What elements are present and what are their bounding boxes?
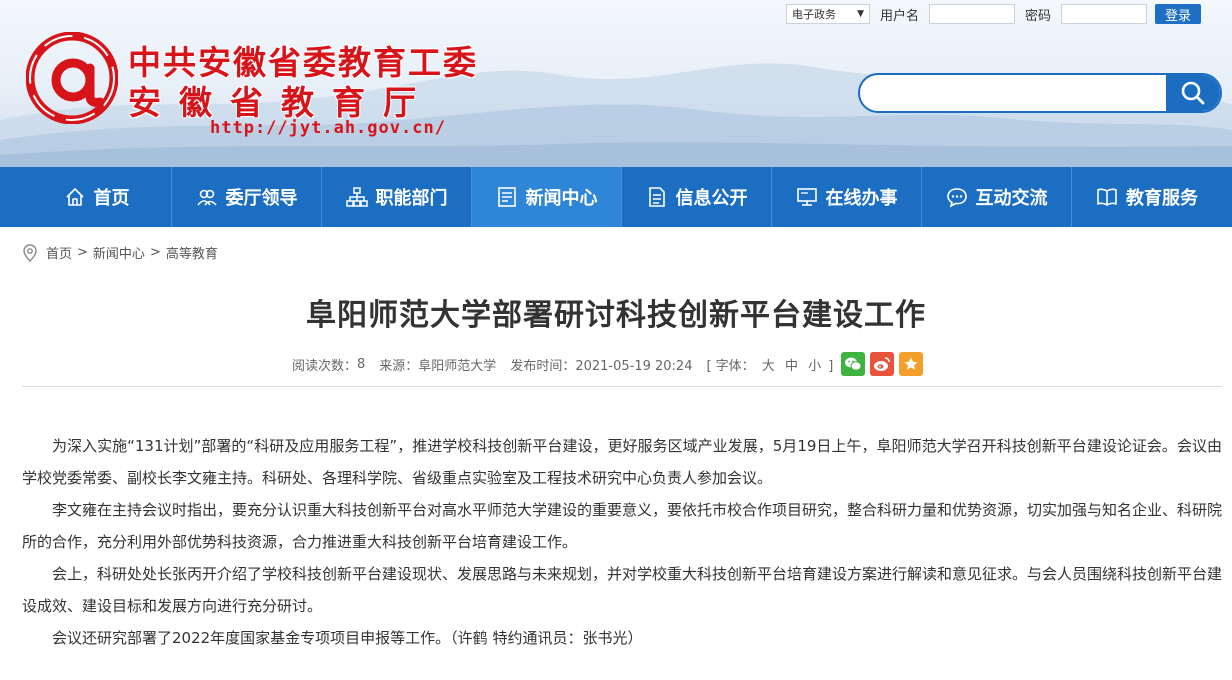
search-input[interactable] [860, 75, 1166, 111]
font-size-medium[interactable]: 中 [785, 359, 798, 374]
nav-label: 职能部门 [375, 188, 448, 209]
login-button[interactable]: 登录 [1155, 4, 1202, 24]
nav-label: 委厅领导 [225, 188, 298, 209]
nav-item-interaction[interactable]: 互动交流 [922, 167, 1072, 227]
font-size-large[interactable]: 大 [762, 359, 775, 374]
font-size-open: [ 字体： [706, 358, 755, 374]
article-meta: 阅读次数： 8 来源：阜阳师范大学 发布时间：2021-05-19 20:24 … [292, 351, 924, 377]
nav-label: 教育服务 [1126, 188, 1198, 209]
nav-item-home[interactable]: 首页 [22, 167, 172, 227]
leaders-icon [196, 189, 217, 206]
nav-item-edu-service[interactable]: 教育服务 [1072, 167, 1222, 227]
system-select[interactable]: 电子政务 ▼ [786, 4, 870, 24]
article-paragraph: 会上，科研处处长张丙开介绍了学校科技创新平台建设现状、发展思路与未来规划，并对学… [22, 565, 1223, 615]
search-icon [1181, 81, 1205, 105]
username-label: 用户名 [880, 8, 920, 24]
password-input[interactable] [1061, 4, 1148, 24]
weibo-icon [874, 357, 891, 371]
home-icon [65, 188, 84, 206]
wechat-icon [845, 357, 862, 371]
login-bar: 电子政务 ▼ 用户名 密码 登录 [786, 3, 1202, 25]
monitor-icon [796, 188, 817, 206]
nav-label: 信息公开 [675, 188, 748, 209]
share-favorite-button[interactable] [899, 352, 924, 376]
site-header: 中共安徽省委教育工委 安徽省教育厅 http://jyt.ah.gov.cn/ … [0, 0, 1232, 167]
breadcrumb-separator: > [149, 245, 161, 260]
share-weibo-button[interactable] [870, 352, 895, 376]
search-box [858, 73, 1222, 113]
article-source: 来源：阜阳师范大学 [379, 358, 497, 374]
article-body: 为深入实施“131计划”部署的“科研及应用服务工程”，推进学校科技创新平台建设，… [22, 430, 1222, 654]
location-pin-icon [22, 243, 38, 262]
share-bar [841, 352, 924, 376]
nav-label: 在线办事 [825, 188, 898, 209]
share-wechat-button[interactable] [841, 352, 866, 376]
password-label: 密码 [1025, 8, 1052, 24]
chat-icon [946, 188, 967, 208]
nav-label: 首页 [93, 188, 130, 209]
news-icon [497, 187, 516, 207]
favorite-icon [904, 357, 918, 370]
article-paragraph: 为深入实施“131计划”部署的“科研及应用服务工程”，推进学校科技创新平台建设，… [22, 437, 1222, 487]
username-input[interactable] [929, 4, 1016, 24]
site-logo-icon [26, 32, 118, 124]
nav-item-online-service[interactable]: 在线办事 [772, 167, 922, 227]
publish-time: 发布时间：2021-05-19 20:24 [510, 358, 693, 374]
font-size-small[interactable]: 小 [808, 359, 821, 374]
chevron-down-icon: ▼ [857, 9, 864, 19]
nav-label: 互动交流 [975, 188, 1048, 209]
read-count-label: 阅读次数： [292, 358, 358, 374]
read-count: 8 [357, 356, 366, 372]
org-chart-icon [345, 187, 368, 207]
system-select-value: 电子政务 [792, 8, 836, 21]
article-paragraph: 李文雍在主持会议时指出，要充分认识重大科技创新平台对高水平师范大学建设的重要意义… [22, 501, 1223, 551]
search-button[interactable] [1166, 75, 1220, 111]
nav-item-news[interactable]: 新闻中心 [472, 167, 622, 227]
breadcrumb: 首页 > 新闻中心 > 高等教育 [22, 243, 218, 262]
site-url: http://jyt.ah.gov.cn/ [210, 118, 446, 138]
nav-item-leaders[interactable]: 委厅领导 [172, 167, 322, 227]
breadcrumb-separator: > [77, 245, 88, 260]
main-nav: 首页 委厅领导 职能部门 新闻中心 信息公开 在线办事 互动交流 教育服务 [0, 167, 1232, 227]
dept-name: 安徽省教育厅 [128, 83, 434, 122]
font-size-control: [ 字体： 大 中 小 ] [706, 355, 833, 374]
article-title: 阜阳师范大学部署研讨科技创新平台建设工作 [306, 298, 926, 333]
document-icon [648, 187, 665, 207]
nav-item-info-public[interactable]: 信息公开 [622, 167, 772, 227]
title-divider [22, 386, 1222, 387]
breadcrumb-home-link[interactable]: 首页 [46, 243, 72, 262]
breadcrumb-higher-edu-link[interactable]: 高等教育 [166, 243, 218, 262]
article-paragraph: 会议还研究部署了2022年度国家基金专项项目申报等工作。（许鹤 特约通讯员：张书… [52, 629, 643, 647]
nav-label: 新闻中心 [525, 188, 598, 209]
font-size-close: ] [828, 358, 834, 374]
breadcrumb-news-link[interactable]: 新闻中心 [93, 243, 145, 262]
nav-item-departments[interactable]: 职能部门 [322, 167, 472, 227]
book-icon [1097, 188, 1117, 206]
